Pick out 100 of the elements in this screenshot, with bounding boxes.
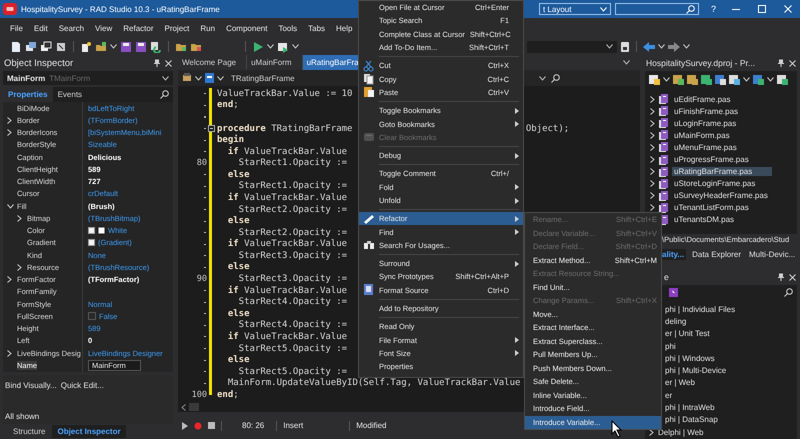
new-item-icon[interactable] <box>649 74 660 84</box>
tree-node[interactable]: uFinishFrame.pas <box>672 106 740 116</box>
menu-item[interactable]: Edit <box>34 24 48 32</box>
palette-category[interactable]: phi | IntraWeb <box>665 403 715 412</box>
panel-tab[interactable]: Object Inspector <box>52 425 126 438</box>
chevron-down-icon[interactable] <box>539 76 546 80</box>
chevron-down-icon[interactable] <box>663 76 670 82</box>
help-button[interactable]: ? <box>710 4 716 14</box>
chevron-down-icon[interactable] <box>7 204 14 209</box>
new-file-icon[interactable] <box>10 40 22 52</box>
menu-item[interactable]: Tools <box>278 24 298 32</box>
palette-category[interactable]: phi <box>665 342 676 351</box>
back-arrow-icon[interactable] <box>643 42 655 52</box>
menu-item[interactable]: Component <box>226 24 268 32</box>
action-link[interactable]: Bind Visually... <box>5 381 57 390</box>
chevron-down-icon[interactable] <box>606 44 613 49</box>
new-item-icon[interactable] <box>80 40 92 52</box>
checkbox[interactable] <box>88 312 96 320</box>
panel-tab[interactable]: Data Explorer <box>690 248 744 260</box>
search-field[interactable] <box>614 3 699 15</box>
palette-category[interactable]: er | Web <box>665 378 695 388</box>
pin-icon[interactable] <box>778 59 784 67</box>
tree-node[interactable]: uStoreLoginFrame.pas <box>672 179 758 188</box>
chevron-down-icon[interactable] <box>267 44 274 49</box>
scroll-left-icon[interactable] <box>181 404 186 410</box>
tree-node[interactable]: uTenantsDM.pas <box>672 215 736 224</box>
run-icon[interactable] <box>252 40 264 52</box>
chevron-down-icon[interactable] <box>658 44 665 49</box>
windows-icon[interactable] <box>25 40 37 52</box>
windows-icon[interactable] <box>40 40 52 52</box>
chevron-down-icon[interactable] <box>767 76 774 82</box>
pin-icon[interactable] <box>778 273 784 281</box>
tree-node[interactable]: uMenuFrame.pas <box>672 142 739 152</box>
inspector-tab[interactable]: Properties <box>3 87 53 102</box>
save-all-icon[interactable] <box>135 40 147 52</box>
forward-arrow-icon[interactable] <box>668 42 680 52</box>
device-icon[interactable] <box>620 40 630 52</box>
panel-tab[interactable]: ality... <box>660 248 686 260</box>
tree-node[interactable]: uRatingBarFrame.pas <box>672 167 772 176</box>
component-icon[interactable] <box>182 73 192 83</box>
menu-item[interactable]: Run <box>200 24 216 32</box>
component-dropdown[interactable]: MainForm TMainForm <box>3 71 173 85</box>
layout-dropdown[interactable]: t Layout <box>538 3 611 15</box>
unit-icon[interactable] <box>205 73 214 83</box>
tree-node[interactable]: uTenantListForm.pas <box>672 203 751 212</box>
panel-tab[interactable]: Structure <box>8 425 50 438</box>
palette-category[interactable]: phi | Multi-Device <box>665 366 726 376</box>
action-link[interactable]: Quick Edit... <box>60 381 104 390</box>
tree-node[interactable]: uEditFrame.pas <box>672 94 732 104</box>
palette-category[interactable]: er <box>665 390 672 400</box>
tree-node[interactable]: uMainForm.pas <box>672 130 732 140</box>
palette-category[interactable]: phi | DataSnap <box>665 415 718 424</box>
palette-category[interactable]: phi | Individual Files <box>665 304 736 314</box>
search-icon[interactable] <box>160 90 169 99</box>
close-icon[interactable] <box>789 274 796 280</box>
record-icon[interactable] <box>194 422 202 430</box>
class-dropdown[interactable]: TRatingBarFrame <box>231 74 295 82</box>
chevron-down-icon[interactable] <box>195 76 202 80</box>
chevron-down-icon[interactable] <box>217 76 224 80</box>
chevron-down-icon[interactable] <box>162 76 169 80</box>
menu-item[interactable]: File <box>10 24 23 32</box>
chevron-right-icon[interactable] <box>7 129 12 136</box>
menu-item[interactable]: Search <box>58 24 84 32</box>
chevron-down-icon[interactable] <box>623 60 630 65</box>
palette-category[interactable]: deling <box>665 316 686 326</box>
menu-item[interactable]: Refactor <box>123 24 154 32</box>
tree-node[interactable]: uSurveyHeaderFrame.pas <box>672 191 770 200</box>
scroll-thumb[interactable] <box>189 403 199 411</box>
chevron-right-icon[interactable] <box>17 214 22 222</box>
close-icon[interactable] <box>789 60 796 66</box>
chevron-down-icon[interactable] <box>292 44 299 49</box>
palette-icon[interactable] <box>669 288 678 297</box>
play-icon[interactable] <box>182 422 188 430</box>
chevron-right-icon[interactable] <box>649 428 654 436</box>
search-icon[interactable] <box>784 288 793 297</box>
tree-node[interactable]: uProgressFrame.pas <box>672 155 751 164</box>
palette-category[interactable]: er | Unit Test <box>665 329 710 338</box>
collapse-icon[interactable] <box>208 125 215 132</box>
pin-icon[interactable] <box>154 59 160 67</box>
menu-item[interactable]: Help <box>336 24 352 32</box>
chevron-right-icon[interactable] <box>7 276 12 284</box>
chevron-right-icon[interactable] <box>17 264 22 271</box>
window-run-icon[interactable] <box>277 40 289 52</box>
save-icon[interactable] <box>120 40 132 52</box>
chevron-down-icon[interactable] <box>743 76 750 82</box>
panel-tab[interactable]: Multi-Devic... <box>747 248 798 260</box>
chevron-down-icon[interactable] <box>110 44 117 49</box>
chevron-right-icon[interactable] <box>7 350 12 357</box>
menu-item[interactable]: Project <box>164 24 190 32</box>
palette-category[interactable]: Delphi | Web <box>658 428 704 437</box>
menu-item[interactable]: View <box>95 24 112 32</box>
close-icon[interactable] <box>165 60 172 66</box>
inspector-tab[interactable]: Events <box>52 87 88 102</box>
folder-add-icon[interactable] <box>673 74 684 84</box>
open-folder-icon[interactable] <box>95 40 107 52</box>
tree-node[interactable]: uLoginFrame.pas <box>672 118 738 128</box>
palette-category[interactable]: phi | Windows <box>665 354 715 363</box>
chevron-right-icon[interactable] <box>7 116 12 124</box>
search-icon[interactable] <box>551 74 560 82</box>
menu-item[interactable]: Tabs <box>308 24 326 32</box>
